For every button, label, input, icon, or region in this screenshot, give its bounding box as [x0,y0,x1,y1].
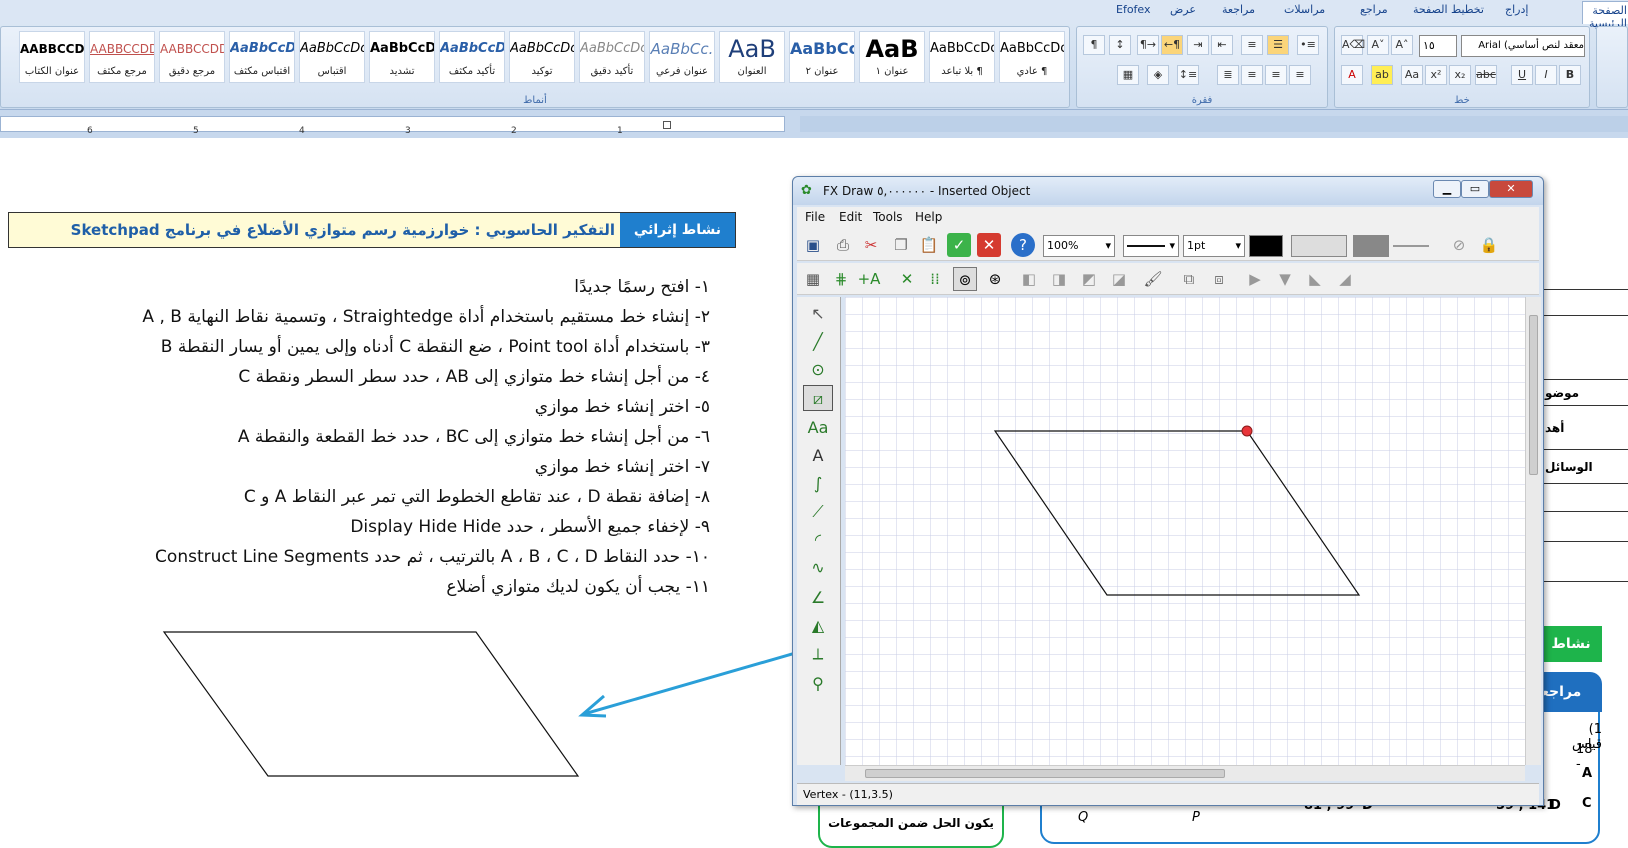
pointer-icon[interactable]: ↖ [803,301,833,327]
fxdraw-title: FX Draw ٥,٠٠٠٠٠٠ - Inserted Object [823,184,1031,198]
table-row [1541,316,1628,380]
person-tool-icon[interactable]: ⚲ [803,671,833,697]
grid-icon[interactable]: ▦ [801,267,825,291]
brush-icon[interactable]: 🖌 [1141,267,1165,291]
send-back-icon[interactable]: ◨ [1047,267,1071,291]
shape-tool-icon[interactable]: ◭ [803,613,833,639]
table-row [1541,290,1628,316]
dots-grid-icon[interactable]: ⁞⁞ [923,267,947,291]
rotate-back-icon[interactable]: ◢ [1333,267,1357,291]
table-row [1541,512,1628,542]
scrollbar-thumb[interactable] [1529,315,1538,475]
fill-pattern-combo[interactable] [1291,235,1347,257]
menu-tools[interactable]: Tools [873,210,903,224]
axis-label: P [1192,810,1200,825]
add-label-icon[interactable]: +A [857,267,881,291]
arc-tool-icon[interactable]: ◜ [803,527,833,553]
graph-tool-icon[interactable]: ⟂ [803,641,833,667]
line-tool-icon[interactable]: ╱ [803,329,833,355]
fxdraw-statusbar: Vertex - (11,3.5) [797,783,1539,805]
color-swatch[interactable] [1249,235,1283,257]
bring-front-icon[interactable]: ◧ [1017,267,1041,291]
vertical-scrollbar[interactable] [1525,297,1541,765]
line-style-combo[interactable]: ▾ [1123,235,1179,257]
arrow-head-icon [578,694,607,718]
polygon-tool-icon[interactable]: ⧄ [803,385,833,411]
backward-icon[interactable]: ◪ [1107,267,1131,291]
status-text: Vertex - (11,3.5) [803,788,893,801]
fxdraw-menubar: File Edit Tools Help [797,207,1539,229]
vertex-icon[interactable]: ⊚ [953,267,977,291]
vertex-multi-icon[interactable]: ⊛ [983,267,1007,291]
fill-color-swatch[interactable] [1353,235,1389,257]
flip-down-icon[interactable]: ▼ [1273,267,1297,291]
horizontal-scrollbar[interactable] [845,765,1525,781]
fxdraw-window[interactable]: ✿ FX Draw ٥,٠٠٠٠٠٠ - Inserted Object ▁ ▭… [792,176,1544,806]
menu-file[interactable]: File [805,210,825,224]
circle-tool-icon[interactable]: ⊙ [803,357,833,383]
save-icon[interactable]: ▣ [801,233,825,257]
table-row [1541,254,1628,290]
hint-text: يكون الحل ضمن المجموعات [828,816,994,830]
curve-tool-icon[interactable]: ∫ [803,471,833,497]
menu-help[interactable]: Help [915,210,942,224]
table-row: أهد [1541,406,1628,450]
vertex-point[interactable] [1241,425,1253,437]
table-row [1541,484,1628,512]
chevron-down-icon: ▾ [1235,239,1241,252]
review-line: C [1582,796,1592,811]
fxdraw-tool-palette: ↖ ╱ ⊙ ⧄ Aa A ∫ ⟋ ◜ ∿ ∠ ◭ ⟂ ⚲ [797,297,841,765]
fxdraw-toolbar-1: ▣ ⎙ ✂ ❐ 📋 ✓ ✕ ? 100% ▾ ▾ 1pt ▾ ⊘ 🔒 [797,229,1539,261]
zoom-value: 100% [1047,239,1079,252]
chevron-down-icon: ▾ [1169,239,1175,252]
function-tool-icon[interactable]: ∿ [803,555,833,581]
paste-icon[interactable]: 📋 [917,233,941,257]
cut-icon[interactable]: ✂ [859,233,883,257]
activity-green-tag: نشاط [1540,626,1602,662]
axis-label: Q [1078,810,1089,825]
table-row: موضو [1541,380,1628,406]
scrollbar-thumb[interactable] [865,769,1225,778]
review-line: A [1582,766,1593,781]
fxdraw-toolbar-2: ▦ ⋕ +A ✕ ⁞⁞ ⊚ ⊛ ◧ ◨ ◩ ◪ 🖌 ⧉ ⧈ ▶ ▼ ◣ ◢ [797,263,1539,295]
minimize-icon[interactable]: ▁ [1433,180,1461,198]
line-width-combo[interactable]: 1pt ▾ [1183,235,1245,257]
ungroup-icon[interactable]: ⧈ [1207,267,1231,291]
group-icon[interactable]: ⧉ [1177,267,1201,291]
print-icon[interactable]: ⎙ [831,233,855,257]
label-points-icon[interactable]: Aa [803,415,833,441]
fxdraw-grid [845,297,1525,765]
table-row [1541,542,1628,582]
parallelogram-shape[interactable] [162,631,580,777]
maximize-icon[interactable]: ▭ [1461,180,1489,198]
close-icon[interactable]: ✕ [1489,180,1533,198]
lock-off-icon[interactable]: ⊘ [1447,233,1471,257]
fxdraw-titlebar[interactable]: ✿ FX Draw ٥,٠٠٠٠٠٠ - Inserted Object ▁ ▭… [793,177,1543,205]
text-tool-icon[interactable]: A [803,443,833,469]
line-width-value: 1pt [1187,239,1206,252]
angle-tool-icon[interactable]: ∠ [803,585,833,611]
fxdraw-app-icon: ✿ [801,183,812,198]
cancel-icon[interactable]: ✕ [977,233,1001,257]
rotate-icon[interactable]: ◣ [1303,267,1327,291]
forward-icon[interactable]: ◩ [1077,267,1101,291]
menu-edit[interactable]: Edit [839,210,862,224]
snap-grid-icon[interactable]: ⋕ [829,267,853,291]
line-style-preview [1127,245,1165,247]
segment-tool-icon[interactable]: ⟋ [803,499,833,525]
chevron-down-icon: ▾ [1105,239,1111,252]
lock-icon[interactable]: 🔒 [1477,233,1501,257]
copy-icon[interactable]: ❐ [889,233,913,257]
zoom-combo[interactable]: 100% ▾ [1043,235,1115,257]
table-row: الوسائل [1541,450,1628,484]
ok-icon[interactable]: ✓ [947,233,971,257]
flip-right-icon[interactable]: ▶ [1243,267,1267,291]
help-icon[interactable]: ? [1011,233,1035,257]
fxdraw-canvas[interactable] [845,297,1525,765]
opacity-slider[interactable] [1393,245,1429,247]
delete-icon[interactable]: ✕ [895,267,919,291]
grid-background [845,297,1525,765]
right-table: موضو أهد الوسائل [1540,254,1628,594]
review-letter: D [1550,798,1561,813]
